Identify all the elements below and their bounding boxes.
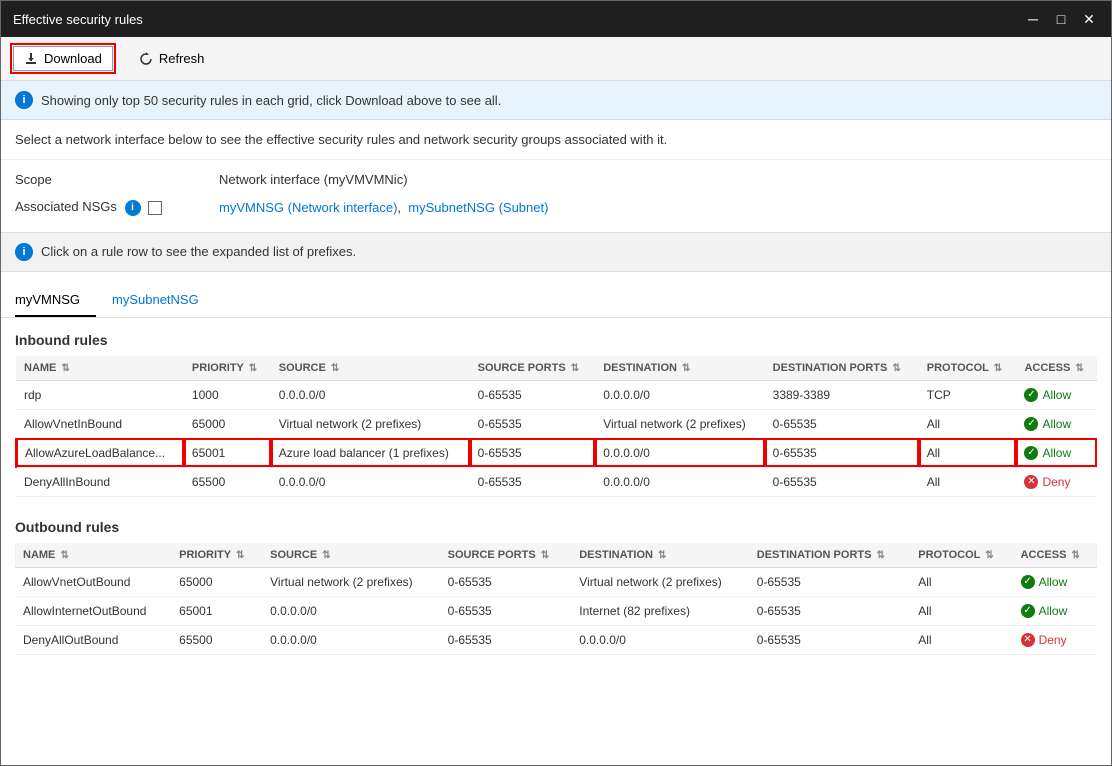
inbound-col-source-ports: SOURCE PORTS ⇅ <box>470 356 596 381</box>
outbound-col-dest-ports: DESTINATION PORTS ⇅ <box>749 543 910 568</box>
prefixes-info-row: i Click on a rule row to see the expande… <box>1 232 1111 272</box>
allow-icon: ✓ <box>1021 575 1035 589</box>
outbound-col-priority: PRIORITY ⇅ <box>171 543 262 568</box>
outbound-col-destination: DESTINATION ⇅ <box>571 543 749 568</box>
nsgs-label: Associated NSGs i <box>15 199 215 216</box>
scope-label: Scope <box>15 172 215 187</box>
deny-icon: ✕ <box>1021 633 1035 647</box>
inbound-col-source: SOURCE ⇅ <box>271 356 470 381</box>
description-section: Select a network interface below to see … <box>1 120 1111 160</box>
vmsg-link[interactable]: myVMNSG (Network interface) <box>219 200 397 215</box>
inbound-row[interactable]: rdp10000.0.0.0/00-655350.0.0.0/03389-338… <box>16 380 1097 409</box>
refresh-button[interactable]: Refresh <box>129 47 215 70</box>
info-banner: i Showing only top 50 security rules in … <box>1 81 1111 120</box>
sort-icon-out-source-ports[interactable]: ⇅ <box>541 550 549 561</box>
sort-icon-priority[interactable]: ⇅ <box>249 363 257 374</box>
sort-icon-out-dest-ports[interactable]: ⇅ <box>877 550 885 561</box>
allow-icon: ✓ <box>1024 417 1038 431</box>
content-area: i Showing only top 50 security rules in … <box>1 81 1111 765</box>
sort-icon-protocol[interactable]: ⇅ <box>994 363 1002 374</box>
outbound-col-source: SOURCE ⇅ <box>262 543 440 568</box>
download-icon <box>24 52 38 66</box>
toolbar: Download Refresh <box>1 37 1111 81</box>
inbound-row[interactable]: DenyAllInBound655000.0.0.0/00-655350.0.0… <box>16 467 1097 496</box>
allow-icon: ✓ <box>1024 388 1038 402</box>
outbound-row[interactable]: AllowVnetOutBound65000Virtual network (2… <box>15 567 1097 596</box>
inbound-col-dest-ports: DESTINATION PORTS ⇅ <box>765 356 919 381</box>
access-cell: ✕ Deny <box>1021 633 1089 647</box>
access-cell: ✓ Allow <box>1024 388 1089 402</box>
refresh-label: Refresh <box>159 51 205 66</box>
sort-icon-destination[interactable]: ⇅ <box>682 363 690 374</box>
scope-value: Network interface (myVMVMNic) <box>219 172 408 187</box>
access-cell: ✕ Deny <box>1024 475 1089 489</box>
sort-icon-out-access[interactable]: ⇅ <box>1072 550 1080 561</box>
sort-icon-out-priority[interactable]: ⇅ <box>236 550 244 561</box>
outbound-row[interactable]: DenyAllOutBound655000.0.0.0/00-655350.0.… <box>15 625 1097 654</box>
prefixes-info-icon: i <box>15 243 33 261</box>
nsgs-camera-icon <box>148 201 162 215</box>
nsgs-info-icon: i <box>125 200 141 216</box>
outbound-table-container: NAME ⇅ PRIORITY ⇅ SOURCE ⇅ SOURCE PORTS … <box>1 543 1111 663</box>
nsgs-links: myVMNSG (Network interface), mySubnetNSG… <box>219 200 548 215</box>
inbound-section-title: Inbound rules <box>1 318 1111 356</box>
access-cell: ✓ Allow <box>1021 575 1089 589</box>
inbound-col-protocol: PROTOCOL ⇅ <box>919 356 1017 381</box>
outbound-col-protocol: PROTOCOL ⇅ <box>910 543 1012 568</box>
inbound-row[interactable]: AllowVnetInBound65000Virtual network (2 … <box>16 409 1097 438</box>
effective-security-rules-window: Effective security rules ─ □ ✕ Download … <box>0 0 1112 766</box>
close-button[interactable]: ✕ <box>1079 9 1099 29</box>
sort-icon-out-source[interactable]: ⇅ <box>322 550 330 561</box>
access-cell: ✓ Allow <box>1024 417 1089 431</box>
sort-icon-out-protocol[interactable]: ⇅ <box>985 550 993 561</box>
inbound-col-name: NAME ⇅ <box>16 356 184 381</box>
title-bar: Effective security rules ─ □ ✕ <box>1 1 1111 37</box>
outbound-section-title: Outbound rules <box>1 505 1111 543</box>
sort-icon-source[interactable]: ⇅ <box>331 363 339 374</box>
minimize-button[interactable]: ─ <box>1023 9 1043 29</box>
sort-icon-out-destination[interactable]: ⇅ <box>658 550 666 561</box>
info-banner-text: Showing only top 50 security rules in ea… <box>41 93 501 108</box>
tab-mysubnetnsg[interactable]: mySubnetNSG <box>112 284 199 317</box>
nsgs-row: Associated NSGs i myVMNSG (Network inter… <box>15 199 1097 216</box>
sort-icon-dest-ports[interactable]: ⇅ <box>892 363 900 374</box>
inbound-row[interactable]: AllowAzureLoadBalance...65001Azure load … <box>16 438 1097 467</box>
outbound-header-row: NAME ⇅ PRIORITY ⇅ SOURCE ⇅ SOURCE PORTS … <box>15 543 1097 568</box>
inbound-table: NAME ⇅ PRIORITY ⇅ SOURCE ⇅ SOURCE PORTS … <box>15 356 1097 497</box>
inbound-col-access: ACCESS ⇅ <box>1016 356 1097 381</box>
allow-icon: ✓ <box>1024 446 1038 460</box>
description-text: Select a network interface below to see … <box>15 132 667 147</box>
prefixes-info-text: Click on a rule row to see the expanded … <box>41 244 356 259</box>
subnetsg-link[interactable]: mySubnetNSG (Subnet) <box>408 200 548 215</box>
meta-section: Scope Network interface (myVMVMNic) Asso… <box>1 160 1111 228</box>
scope-row: Scope Network interface (myVMVMNic) <box>15 172 1097 187</box>
inbound-table-container: NAME ⇅ PRIORITY ⇅ SOURCE ⇅ SOURCE PORTS … <box>1 356 1111 505</box>
access-cell: ✓ Allow <box>1021 604 1089 618</box>
inbound-col-destination: DESTINATION ⇅ <box>595 356 764 381</box>
outbound-table: NAME ⇅ PRIORITY ⇅ SOURCE ⇅ SOURCE PORTS … <box>15 543 1097 655</box>
outbound-row[interactable]: AllowInternetOutBound650010.0.0.0/00-655… <box>15 596 1097 625</box>
download-button[interactable]: Download <box>13 46 113 71</box>
tab-myvmnsg[interactable]: myVMNSG <box>15 284 96 317</box>
maximize-button[interactable]: □ <box>1051 9 1071 29</box>
download-label: Download <box>44 51 102 66</box>
window-controls: ─ □ ✕ <box>1023 9 1099 29</box>
refresh-icon <box>139 52 153 66</box>
outbound-col-access: ACCESS ⇅ <box>1013 543 1097 568</box>
window-title: Effective security rules <box>13 12 143 27</box>
sort-icon-out-name[interactable]: ⇅ <box>60 550 68 561</box>
allow-icon: ✓ <box>1021 604 1035 618</box>
sort-icon-source-ports[interactable]: ⇅ <box>571 363 579 374</box>
sort-icon-name[interactable]: ⇅ <box>61 363 69 374</box>
tabs-container: myVMNSG mySubnetNSG <box>1 284 1111 318</box>
inbound-col-priority: PRIORITY ⇅ <box>184 356 271 381</box>
outbound-col-source-ports: SOURCE PORTS ⇅ <box>440 543 572 568</box>
info-icon: i <box>15 91 33 109</box>
deny-icon: ✕ <box>1024 475 1038 489</box>
outbound-col-name: NAME ⇅ <box>15 543 171 568</box>
inbound-header-row: NAME ⇅ PRIORITY ⇅ SOURCE ⇅ SOURCE PORTS … <box>16 356 1097 381</box>
sort-icon-access[interactable]: ⇅ <box>1075 363 1083 374</box>
access-cell: ✓ Allow <box>1024 446 1089 460</box>
